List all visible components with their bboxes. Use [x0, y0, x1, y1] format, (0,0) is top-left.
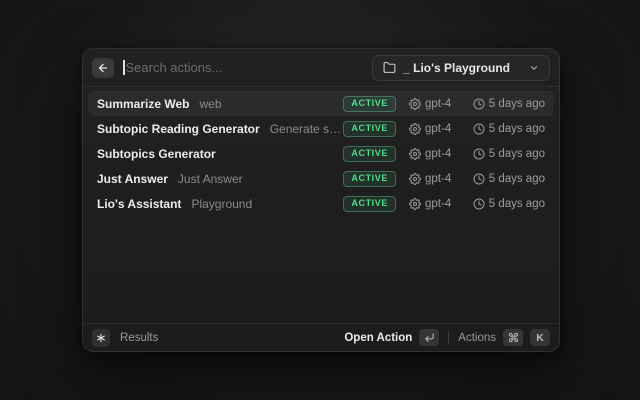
project-selector-label: _ Lio's Playground	[403, 61, 510, 75]
folder-icon	[383, 61, 396, 74]
status-badge: ACTIVE	[343, 121, 396, 137]
updated-label: 5 days ago	[489, 123, 545, 135]
action-subtitle: Just Answer	[178, 172, 243, 186]
asterisk-logo-icon	[92, 329, 110, 347]
updated-meta: 5 days ago	[473, 123, 545, 135]
action-list: Summarize Web web ACTIVE gpt-4 5 days ag…	[83, 87, 559, 323]
status-badge: ACTIVE	[343, 96, 396, 112]
action-row[interactable]: Subtopics Generator ACTIVE gpt-4 5 days …	[88, 141, 554, 166]
chevron-down-icon	[529, 63, 539, 73]
updated-meta: 5 days ago	[473, 198, 545, 210]
model-meta: gpt-4	[409, 98, 461, 110]
status-badge: ACTIVE	[343, 196, 396, 212]
actions-menu-hint[interactable]: Actions K	[458, 329, 550, 346]
action-row[interactable]: Subtopic Reading Generator Generate subt…	[88, 116, 554, 141]
gear-icon	[409, 198, 421, 210]
updated-label: 5 days ago	[489, 198, 545, 210]
arrow-left-icon	[97, 62, 109, 74]
command-icon	[503, 329, 523, 346]
updated-meta: 5 days ago	[473, 98, 545, 110]
search-field-wrap	[123, 49, 363, 86]
action-subtitle: Generate subtopic reading material	[270, 122, 344, 136]
updated-meta: 5 days ago	[473, 173, 545, 185]
model-meta: gpt-4	[409, 123, 461, 135]
open-action-hint[interactable]: Open Action	[344, 329, 439, 346]
gear-icon	[409, 123, 421, 135]
results-label: Results	[120, 332, 158, 344]
return-key-icon	[419, 329, 439, 346]
action-title: Just Answer	[97, 172, 168, 186]
open-action-label: Open Action	[344, 332, 412, 344]
updated-label: 5 days ago	[489, 148, 545, 160]
action-title: Subtopic Reading Generator	[97, 122, 260, 136]
updated-label: 5 days ago	[489, 98, 545, 110]
action-title: Subtopics Generator	[97, 147, 216, 161]
clock-icon	[473, 148, 485, 160]
gear-icon	[409, 173, 421, 185]
action-row[interactable]: Just Answer Just Answer ACTIVE gpt-4 5 d…	[88, 166, 554, 191]
action-row[interactable]: Summarize Web web ACTIVE gpt-4 5 days ag…	[88, 91, 554, 116]
actions-label: Actions	[458, 332, 496, 344]
clock-icon	[473, 98, 485, 110]
status-badge: ACTIVE	[343, 171, 396, 187]
action-title: Summarize Web	[97, 97, 189, 111]
clock-icon	[473, 123, 485, 135]
project-selector-dropdown[interactable]: _ Lio's Playground	[372, 55, 550, 81]
action-subtitle: Playground	[191, 197, 252, 211]
action-title: Lio's Assistant	[97, 197, 181, 211]
model-meta: gpt-4	[409, 148, 461, 160]
model-label: gpt-4	[425, 123, 451, 135]
action-subtitle: web	[199, 97, 221, 111]
palette-footer: Results Open Action Actions K	[83, 323, 559, 351]
model-label: gpt-4	[425, 198, 451, 210]
model-label: gpt-4	[425, 173, 451, 185]
model-meta: gpt-4	[409, 173, 461, 185]
model-meta: gpt-4	[409, 198, 461, 210]
action-palette-window: _ Lio's Playground Summarize Web web ACT…	[82, 48, 560, 352]
palette-header: _ Lio's Playground	[83, 49, 559, 87]
model-label: gpt-4	[425, 148, 451, 160]
gear-icon	[409, 98, 421, 110]
clock-icon	[473, 198, 485, 210]
action-row[interactable]: Lio's Assistant Playground ACTIVE gpt-4 …	[88, 191, 554, 216]
updated-meta: 5 days ago	[473, 148, 545, 160]
updated-label: 5 days ago	[489, 173, 545, 185]
gear-icon	[409, 148, 421, 160]
back-button[interactable]	[92, 58, 114, 78]
footer-divider	[448, 331, 449, 344]
status-badge: ACTIVE	[343, 146, 396, 162]
model-label: gpt-4	[425, 98, 451, 110]
search-input[interactable]	[125, 60, 364, 75]
clock-icon	[473, 173, 485, 185]
k-keycap: K	[530, 329, 550, 346]
